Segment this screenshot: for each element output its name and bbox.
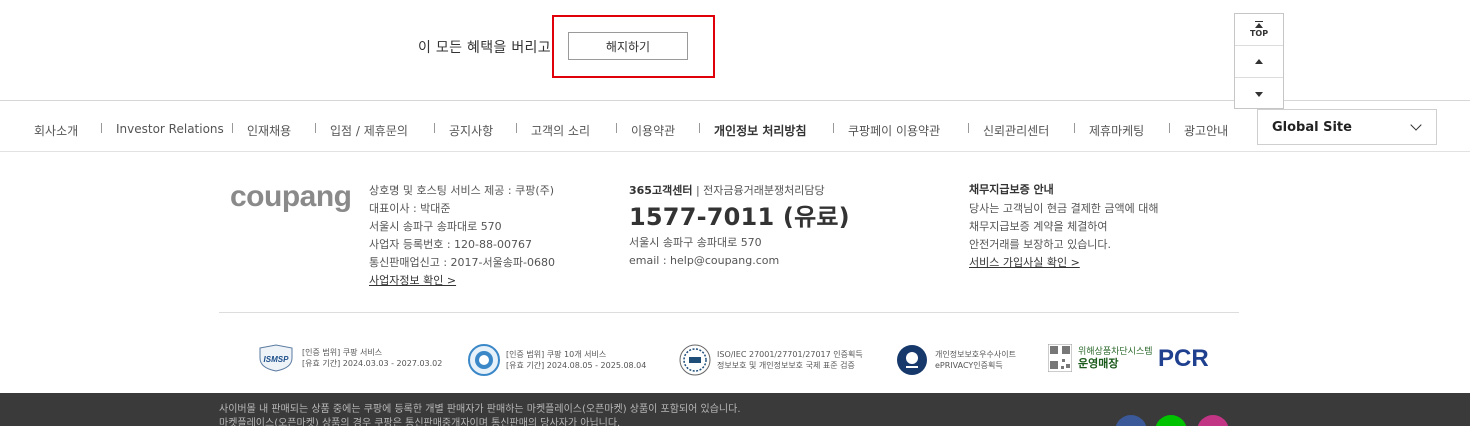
iso-seal-icon bbox=[679, 344, 711, 376]
qr-code-icon bbox=[1048, 344, 1072, 372]
nav-affiliate-marketing[interactable]: 제휴마케팅 bbox=[1089, 122, 1144, 139]
arrow-up-icon bbox=[1255, 23, 1263, 28]
company-line: 통신판매업신고 : 2017-서울송파-0680 bbox=[369, 256, 555, 269]
cert-iso[interactable]: ISO/IEC 27001/27701/27017 인증획득 정보보호 및 개인… bbox=[679, 344, 863, 376]
guarantee-title: 채무지급보증 안내 bbox=[969, 183, 1054, 196]
nav-company[interactable]: 회사소개 bbox=[34, 122, 78, 139]
company-line: 대표이사 : 박대준 bbox=[369, 202, 451, 215]
disclaimer-line: 사이버몰 내 판매되는 상품 중에는 쿠팡에 등록한 개별 판매자가 판매하는 … bbox=[219, 404, 741, 415]
cert-line: [유효 기간] 2024.08.05 - 2025.08.04 bbox=[506, 361, 647, 370]
nav-separator bbox=[232, 123, 233, 133]
pcr-logo-text: PCR bbox=[1158, 345, 1208, 372]
cert-line: [인증 범위] 쿠팡 10개 서비스 bbox=[506, 350, 607, 359]
nav-separator bbox=[1074, 123, 1075, 133]
nav-separator bbox=[516, 123, 517, 133]
line-messenger-icon[interactable] bbox=[1155, 415, 1187, 426]
cert-eprivacy[interactable]: 개인정보보호우수사이트 ePRIVACY인증획득 bbox=[895, 344, 1016, 376]
nav-customer-voice[interactable]: 고객의 소리 bbox=[531, 122, 590, 139]
disclaimer-line: 마켓플레이스(오픈마켓) 상품의 경우 쿠팡은 통신판매중개자이며 통신판매의 … bbox=[219, 418, 621, 426]
isms-p-logo-text: ISMSP bbox=[264, 355, 290, 364]
business-info-link[interactable]: 사업자정보 확인 > bbox=[369, 272, 555, 290]
cert-isms-p[interactable]: ISMSP [인증 범위] 쿠팡 서비스 [유효 기간] 2024.03.03 … bbox=[256, 344, 442, 372]
isms-seal-icon bbox=[468, 344, 500, 376]
divider bbox=[219, 312, 1239, 313]
top-label: TOP bbox=[1249, 29, 1269, 38]
company-line: 상호명 및 호스팅 서비스 제공 : 쿠팡(주) bbox=[369, 184, 555, 197]
company-line: 사업자 등록번호 : 120-88-00767 bbox=[369, 238, 532, 251]
chevron-down-icon bbox=[1410, 118, 1422, 131]
cs-title: 365고객센터 bbox=[629, 184, 693, 197]
scroll-widget: TOP bbox=[1234, 13, 1284, 109]
nav-separator bbox=[968, 123, 969, 133]
coupang-logo[interactable]: coupang bbox=[230, 180, 352, 214]
global-site-label: Global Site bbox=[1272, 119, 1352, 135]
guarantee-line: 안전거래를 보장하고 있습니다. bbox=[969, 238, 1112, 251]
top-bar-icon bbox=[1255, 21, 1263, 22]
guarantee-link[interactable]: 서비스 가입사실 확인 > bbox=[969, 254, 1159, 272]
cert-line: ePRIVACY인증획득 bbox=[935, 361, 1003, 370]
nav-trust-center[interactable]: 신뢰관리센터 bbox=[983, 122, 1049, 139]
nav-privacy-policy[interactable]: 개인정보 처리방침 bbox=[714, 122, 807, 139]
nav-separator bbox=[434, 123, 435, 133]
nav-separator bbox=[616, 123, 617, 133]
cert-text: 개인정보보호우수사이트 ePRIVACY인증획득 bbox=[935, 349, 1016, 371]
cancel-prompt: 이 모든 혜택을 버리고 bbox=[418, 40, 551, 56]
nav-coupang-pay-terms[interactable]: 쿠팡페이 이용약관 bbox=[848, 122, 940, 139]
nav-separator bbox=[833, 123, 834, 133]
cert-harmful-product-block[interactable]: 위해상품차단시스템 운영매장 bbox=[1048, 344, 1153, 372]
scroll-top-button[interactable]: TOP bbox=[1235, 14, 1283, 46]
cert-line: [인증 범위] 쿠팡 서비스 bbox=[302, 348, 383, 357]
cert-line: ISO/IEC 27001/27701/27017 인증획득 bbox=[717, 350, 863, 359]
eprivacy-seal-icon bbox=[897, 345, 927, 375]
global-site-select[interactable]: Global Site bbox=[1257, 109, 1437, 145]
nav-partnership[interactable]: 입점 / 제휴문의 bbox=[330, 122, 408, 139]
triangle-down-icon bbox=[1255, 91, 1263, 97]
cert-text: 위해상품차단시스템 운영매장 bbox=[1078, 346, 1153, 370]
nav-separator bbox=[315, 123, 316, 133]
cert-line: 정보보호 및 개인정보보호 국제 표준 검증 bbox=[717, 361, 855, 370]
nav-terms[interactable]: 이용약관 bbox=[631, 122, 675, 139]
triangle-up-icon bbox=[1255, 59, 1263, 64]
nav-advertising[interactable]: 광고안내 bbox=[1184, 122, 1228, 139]
cs-address: 서울시 송파구 송파대로 570 bbox=[629, 236, 762, 249]
cs-email[interactable]: email : help@coupang.com bbox=[629, 252, 850, 270]
cert-pcr[interactable]: PCR bbox=[1158, 344, 1208, 374]
nav-notices[interactable]: 공지사항 bbox=[449, 122, 493, 139]
company-info: 상호명 및 호스팅 서비스 제공 : 쿠팡(주) 대표이사 : 박대준 서울시 … bbox=[369, 182, 555, 290]
customer-center: 365고객센터 | 전자금융거래분쟁처리담당 1577-7011 (유료) 서울… bbox=[629, 182, 850, 270]
scroll-down-button[interactable] bbox=[1235, 78, 1283, 110]
cert-text: [인증 범위] 쿠팡 서비스 [유효 기간] 2024.03.03 - 2027… bbox=[302, 347, 442, 369]
isms-p-logo-icon: ISMSP bbox=[259, 344, 293, 372]
guarantee-line: 당사는 고객님이 현금 결제한 금액에 대해 bbox=[969, 202, 1159, 215]
cert-line: 운영매장 bbox=[1078, 357, 1119, 370]
cert-text: [인증 범위] 쿠팡 10개 서비스 [유효 기간] 2024.08.05 - … bbox=[506, 349, 646, 371]
nav-separator bbox=[101, 123, 102, 133]
facebook-icon[interactable] bbox=[1115, 415, 1147, 426]
cs-phone: 1577-7011 (유료) bbox=[629, 203, 850, 231]
nav-separator bbox=[699, 123, 700, 133]
cert-line: 개인정보보호우수사이트 bbox=[935, 350, 1016, 359]
pcr-logo-icon: PCR bbox=[1158, 345, 1208, 372]
cert-isms[interactable]: [인증 범위] 쿠팡 10개 서비스 [유효 기간] 2024.08.05 - … bbox=[468, 344, 646, 376]
cancel-membership-button[interactable]: 해지하기 bbox=[568, 32, 688, 60]
cert-text: ISO/IEC 27001/27701/27017 인증획득 정보보호 및 개인… bbox=[717, 349, 863, 371]
cert-line: [유효 기간] 2024.03.03 - 2027.03.02 bbox=[302, 359, 443, 368]
scroll-up-button[interactable] bbox=[1235, 46, 1283, 78]
company-line: 서울시 송파구 송파대로 570 bbox=[369, 220, 502, 233]
footer-disclaimer: 사이버몰 내 판매되는 상품 중에는 쿠팡에 등록한 개별 판매자가 판매하는 … bbox=[0, 393, 1470, 426]
disclaimer-text: 사이버몰 내 판매되는 상품 중에는 쿠팡에 등록한 개별 판매자가 판매하는 … bbox=[219, 403, 741, 426]
cs-subtitle: | 전자금융거래분쟁처리담당 bbox=[692, 184, 825, 197]
instagram-icon[interactable] bbox=[1197, 415, 1229, 426]
nav-investor-relations[interactable]: Investor Relations bbox=[116, 122, 224, 136]
payment-guarantee: 채무지급보증 안내 당사는 고객님이 현금 결제한 금액에 대해 채무지급보증 … bbox=[969, 181, 1159, 272]
guarantee-line: 채무지급보증 계약을 체결하여 bbox=[969, 220, 1108, 233]
nav-careers[interactable]: 인재채용 bbox=[247, 122, 291, 139]
nav-separator bbox=[1169, 123, 1170, 133]
